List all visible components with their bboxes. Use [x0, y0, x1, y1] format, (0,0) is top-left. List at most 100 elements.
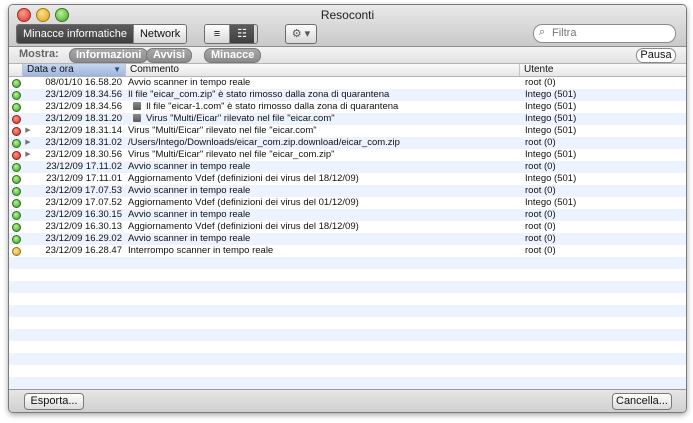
expand-cell[interactable]: ▶: [22, 149, 34, 161]
log-table: Data e ora ▼ Commento Utente 08/01/10 16.…: [9, 64, 686, 389]
table-row[interactable]: 23/12/09 16.30.15 Avvio scanner in tempo …: [9, 209, 686, 221]
comment-cell: Aggiornamento Vdef (definizioni dei viru…: [128, 221, 525, 233]
status-cell: [9, 125, 22, 137]
table-row[interactable]: 23/12/09 16.28.47 Interrompo scanner in t…: [9, 245, 686, 257]
user-cell: root (0): [525, 233, 556, 244]
view-mode-control: ≡ ☷: [204, 24, 258, 44]
column-user[interactable]: Utente: [520, 64, 684, 76]
user-cell: root (0): [525, 161, 556, 172]
user-cell: root (0): [525, 209, 556, 220]
expand-cell: [22, 101, 34, 113]
table-row[interactable]: ▶ 23/12/09 18.31.02/Users/Intego/Download…: [9, 137, 686, 149]
expand-cell: [22, 161, 34, 173]
disclosure-triangle-icon[interactable]: ▶: [25, 151, 30, 158]
search-input[interactable]: [552, 26, 667, 40]
list-detail-icon[interactable]: ☷: [230, 25, 254, 43]
window-title: Resoconti: [320, 8, 375, 22]
expand-cell: [22, 173, 34, 185]
disclosure-triangle-icon[interactable]: ▶: [25, 127, 30, 134]
comment-cell: Avvio scanner in tempo reale: [128, 233, 525, 245]
table-row[interactable]: 23/12/09 17.07.52 Aggiornamento Vdef (def…: [9, 197, 686, 209]
date-cell: 23/12/09 17.11.01: [46, 173, 122, 184]
comment-text: Interrompo scanner in tempo reale: [128, 245, 274, 256]
tab-network[interactable]: Network: [133, 25, 187, 43]
status-red-icon: [12, 115, 21, 124]
gear-icon[interactable]: ⚙ ▾: [285, 24, 317, 44]
comment-cell: Aggiornamento Vdef (definizioni dei viru…: [128, 197, 525, 209]
comment-cell: Avvio scanner in tempo reale: [128, 77, 525, 89]
title-bar: Resoconti Minacce informatiche Network ≡…: [9, 5, 686, 47]
date-cell: 23/12/09 18.30.56: [45, 149, 122, 160]
date-cell: 23/12/09 18.31.20: [45, 113, 122, 124]
user-cell: root (0): [525, 221, 556, 232]
expand-cell: [22, 233, 34, 245]
comment-text: Avvio scanner in tempo reale: [128, 161, 251, 172]
table-row[interactable]: 23/12/09 18.34.56 Il file "eicar_com.zip"…: [9, 89, 686, 101]
table-row[interactable]: 23/12/09 17.11.02 Avvio scanner in tempo …: [9, 161, 686, 173]
column-status[interactable]: [9, 64, 23, 76]
comment-text: /Users/Intego/Downloads/eicar_com.zip.do…: [128, 137, 400, 148]
pause-button[interactable]: Pausa: [636, 48, 676, 63]
comment-text: Aggiornamento Vdef (definizioni dei viru…: [128, 197, 359, 208]
table-row[interactable]: ▶ 23/12/09 18.30.56 Virus "Multi/Eicar" ri…: [9, 149, 686, 161]
export-button[interactable]: Esporta...: [24, 393, 84, 410]
table-row[interactable]: 23/12/09 18.34.56 Il file "eicar-1.com" è…: [9, 101, 686, 113]
status-green-icon: [12, 91, 21, 100]
expand-cell: [22, 221, 34, 233]
filter-pill-minacce[interactable]: Minacce: [204, 48, 262, 63]
list-compact-icon[interactable]: ≡: [205, 25, 230, 43]
status-cell: [9, 185, 22, 197]
comment-cell: Virus "Multi/Eicar" rilevato nel file "e…: [128, 149, 525, 161]
user-cell: Intego (501): [525, 113, 577, 124]
status-green-icon: [12, 175, 21, 184]
filter-pill-avvisi[interactable]: Avvisi: [146, 48, 193, 63]
comment-cell: Aggiornamento Vdef (definizioni dei viru…: [128, 173, 525, 185]
status-yellow-icon: [12, 247, 21, 256]
column-comment[interactable]: Commento: [126, 64, 520, 76]
user-cell: root (0): [525, 245, 556, 256]
comment-cell: Avvio scanner in tempo reale: [128, 161, 525, 173]
table-row[interactable]: 23/12/09 17.07.53 Avvio scanner in tempo …: [9, 185, 686, 197]
disclosure-triangle-icon[interactable]: ▶: [25, 139, 30, 146]
status-green-icon: [12, 235, 21, 244]
comment-cell: Virus "Multi/Eicar" rilevato nel file "e…: [128, 125, 525, 137]
status-green-icon: [12, 79, 21, 88]
status-cell: [9, 137, 22, 149]
expand-cell[interactable]: ▶: [22, 137, 34, 149]
column-date-label: Data e ora: [27, 64, 74, 75]
column-date[interactable]: Data e ora ▼: [23, 64, 126, 76]
comment-text: Virus "Multi/Eicar" rilevato nel file "e…: [146, 113, 335, 124]
search-icon: ⌕: [539, 26, 546, 38]
table-row[interactable]: 23/12/09 17.11.01 Aggiornamento Vdef (def…: [9, 173, 686, 185]
expand-cell[interactable]: ▶: [22, 125, 34, 137]
user-cell: root (0): [525, 185, 556, 196]
table-row[interactable]: 23/12/09 16.30.13 Aggiornamento Vdef (def…: [9, 221, 686, 233]
table-row[interactable]: 08/01/10 16.58.20 Avvio scanner in tempo …: [9, 77, 686, 89]
status-red-icon: [12, 151, 21, 160]
status-cell: [9, 161, 22, 173]
table-header: Data e ora ▼ Commento Utente: [9, 64, 686, 77]
date-cell: 23/12/09 17.07.52: [45, 197, 122, 208]
table-row[interactable]: 23/12/09 16.29.02 Avvio scanner in tempo …: [9, 233, 686, 245]
status-green-icon: [12, 211, 21, 220]
status-green-icon: [12, 139, 21, 148]
table-row[interactable]: 23/12/09 18.31.20 Virus "Multi/Eicar" ril…: [9, 113, 686, 125]
document-icon: [133, 114, 141, 122]
comment-cell: /Users/Intego/Downloads/eicar_com.zip.do…: [128, 137, 525, 149]
status-cell: [9, 113, 22, 125]
expand-cell: [22, 77, 34, 89]
comment-text: Virus "Multi/Eicar" rilevato nel file "e…: [128, 149, 335, 160]
table-row[interactable]: ▶ 23/12/09 18.31.14 Virus "Multi/Eicar" ri…: [9, 125, 686, 137]
user-cell: Intego (501): [525, 173, 577, 184]
document-icon: [133, 102, 141, 110]
status-green-icon: [12, 163, 21, 172]
tab-minacce-informatiche[interactable]: Minacce informatiche: [17, 25, 134, 43]
resoconti-window: Resoconti Minacce informatiche Network ≡…: [8, 4, 687, 413]
comment-text: Aggiornamento Vdef (definizioni dei viru…: [128, 173, 359, 184]
status-green-icon: [12, 199, 21, 208]
user-cell: root (0): [525, 137, 556, 148]
filter-pill-informazioni[interactable]: Informazioni: [69, 48, 149, 63]
comment-text: Avvio scanner in tempo reale: [128, 209, 251, 220]
clear-button[interactable]: Cancella...: [612, 393, 672, 410]
filter-bar: Mostra: Informazioni Avvisi Minacce Paus…: [9, 47, 686, 64]
